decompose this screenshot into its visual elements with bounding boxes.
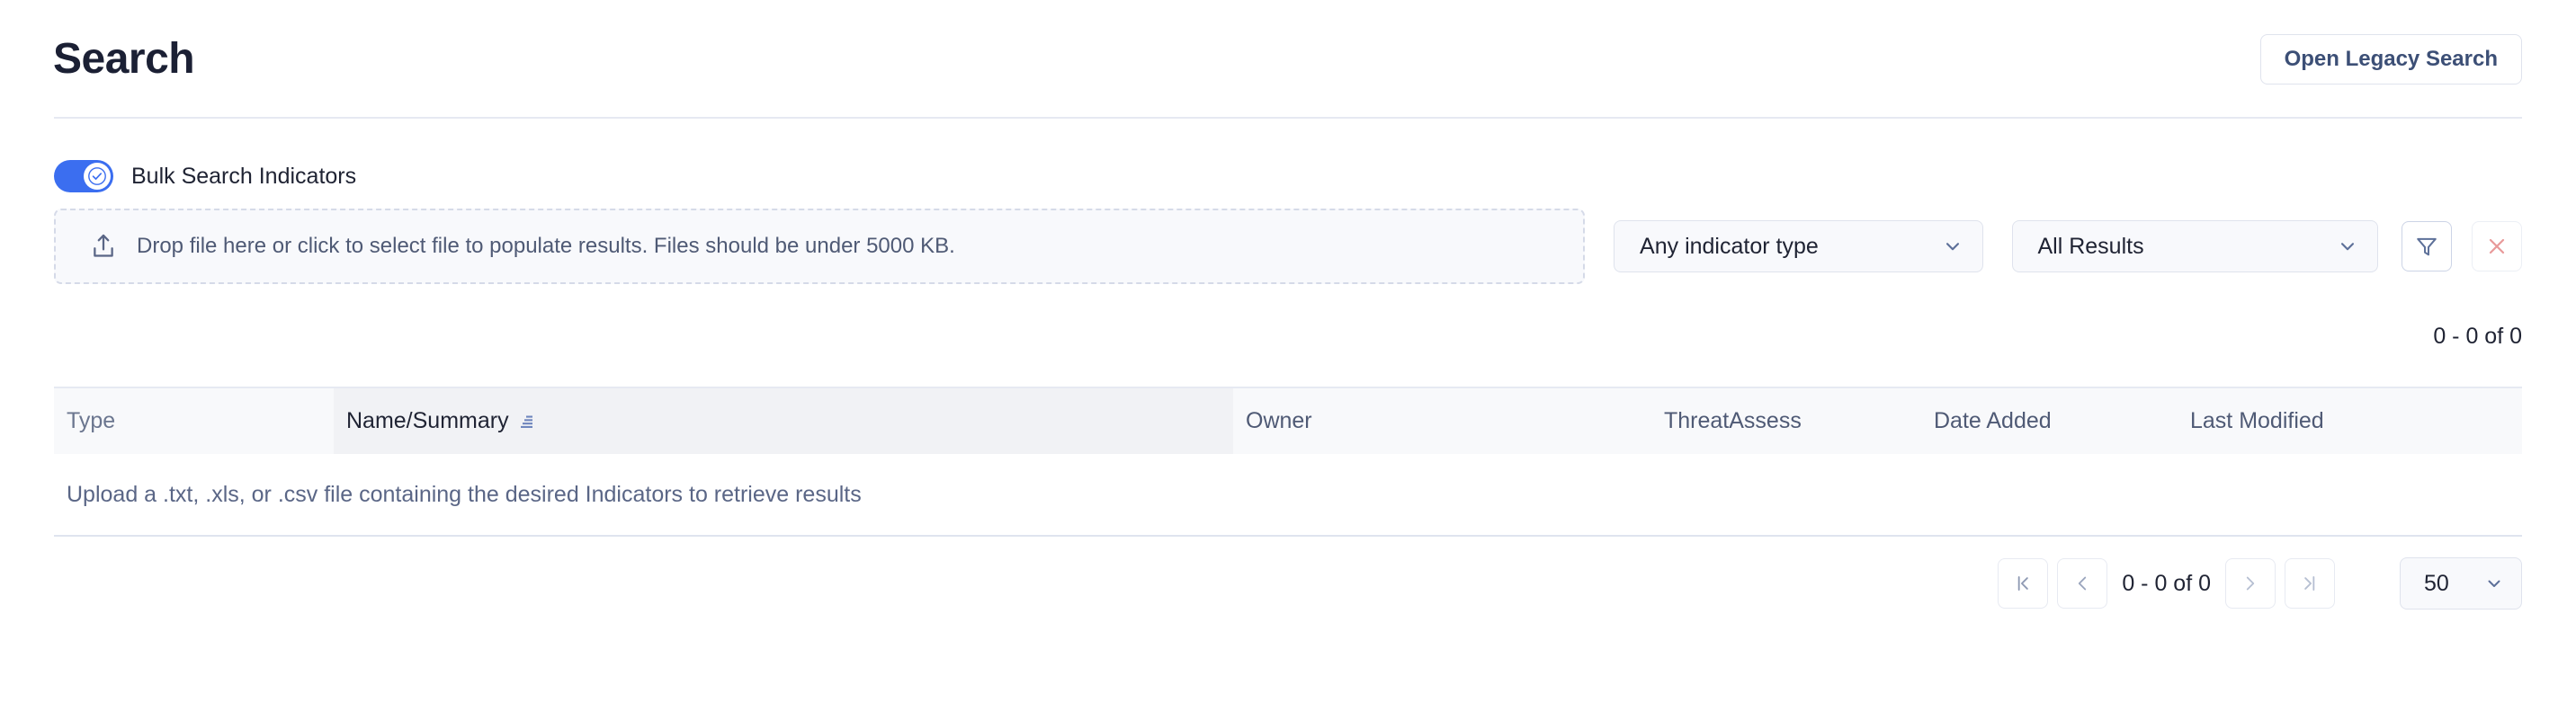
column-header-owner[interactable]: Owner <box>1233 388 1651 454</box>
filter-button[interactable] <box>2402 221 2452 271</box>
clear-filters-button[interactable] <box>2472 221 2522 271</box>
pagination-range: 0 - 0 of 0 <box>2122 570 2211 596</box>
indicator-type-value: Any indicator type <box>1640 233 1819 259</box>
bulk-search-toggle-label: Bulk Search Indicators <box>131 163 357 189</box>
results-scope-select[interactable]: All Results <box>2011 220 2378 272</box>
column-header-last-modified-label: Last Modified <box>2190 408 2324 433</box>
funnel-icon <box>2417 237 2437 256</box>
column-header-name-summary[interactable]: Name/Summary <box>334 388 1233 454</box>
toggle-knob <box>84 163 111 190</box>
column-header-threatassess-label: ThreatAssess <box>1664 408 1802 433</box>
column-header-threatassess[interactable]: ThreatAssess <box>1651 388 1921 454</box>
bulk-search-toggle[interactable] <box>54 160 113 192</box>
column-header-owner-label: Owner <box>1246 408 1312 433</box>
file-dropzone[interactable]: Drop file here or click to select file t… <box>54 209 1586 284</box>
page-size-value: 50 <box>2424 570 2449 596</box>
results-table: Type Name/Summary Owner ThreatAssess Dat… <box>54 387 2522 537</box>
last-page-icon <box>2304 576 2315 591</box>
page-title: Search <box>53 34 195 83</box>
search-page: Search Open Legacy Search Bulk Search In… <box>0 0 2576 703</box>
chevron-right-icon <box>2246 576 2255 591</box>
table-empty-state-message: Upload a .txt, .xls, or .csv file contai… <box>67 481 862 507</box>
chevron-down-icon <box>2340 243 2355 251</box>
last-page-button[interactable] <box>2285 558 2335 609</box>
results-scope-value: All Results <box>2037 233 2144 259</box>
results-count: 0 - 0 of 0 <box>2433 324 2522 349</box>
pagination: 0 - 0 of 0 50 <box>1998 557 2522 610</box>
search-controls-row: Drop file here or click to select file t… <box>54 209 2522 286</box>
close-x-icon <box>2489 238 2505 254</box>
column-header-last-modified[interactable]: Last Modified <box>2178 388 2468 454</box>
upload-icon <box>94 234 113 257</box>
first-page-icon <box>2018 576 2029 591</box>
next-page-button[interactable] <box>2225 558 2276 609</box>
file-dropzone-text: Drop file here or click to select file t… <box>137 234 955 258</box>
sort-ascending-icon <box>520 415 532 428</box>
page-size-select[interactable]: 50 <box>2400 557 2522 610</box>
first-page-button[interactable] <box>1998 558 2049 609</box>
column-header-type[interactable]: Type <box>54 388 334 454</box>
chevron-down-icon <box>1945 243 1959 251</box>
chevron-left-icon <box>2079 576 2087 591</box>
table-header-row: Type Name/Summary Owner ThreatAssess Dat… <box>54 387 2522 454</box>
header-divider <box>54 117 2522 119</box>
previous-page-button[interactable] <box>2057 558 2108 609</box>
open-legacy-search-button[interactable]: Open Legacy Search <box>2259 33 2522 85</box>
bulk-search-toggle-row: Bulk Search Indicators <box>54 160 356 192</box>
column-header-name-summary-label: Name/Summary <box>346 408 509 433</box>
check-circle-icon <box>88 167 106 185</box>
table-empty-state-row: Upload a .txt, .xls, or .csv file contai… <box>54 454 2522 537</box>
indicator-type-select[interactable]: Any indicator type <box>1614 220 1983 272</box>
column-header-date-added-label: Date Added <box>1934 408 2052 433</box>
column-header-date-added[interactable]: Date Added <box>1921 388 2178 454</box>
page-header: Search Open Legacy Search <box>53 0 2522 118</box>
chevron-down-icon <box>2488 580 2500 587</box>
column-header-type-label: Type <box>67 408 116 433</box>
